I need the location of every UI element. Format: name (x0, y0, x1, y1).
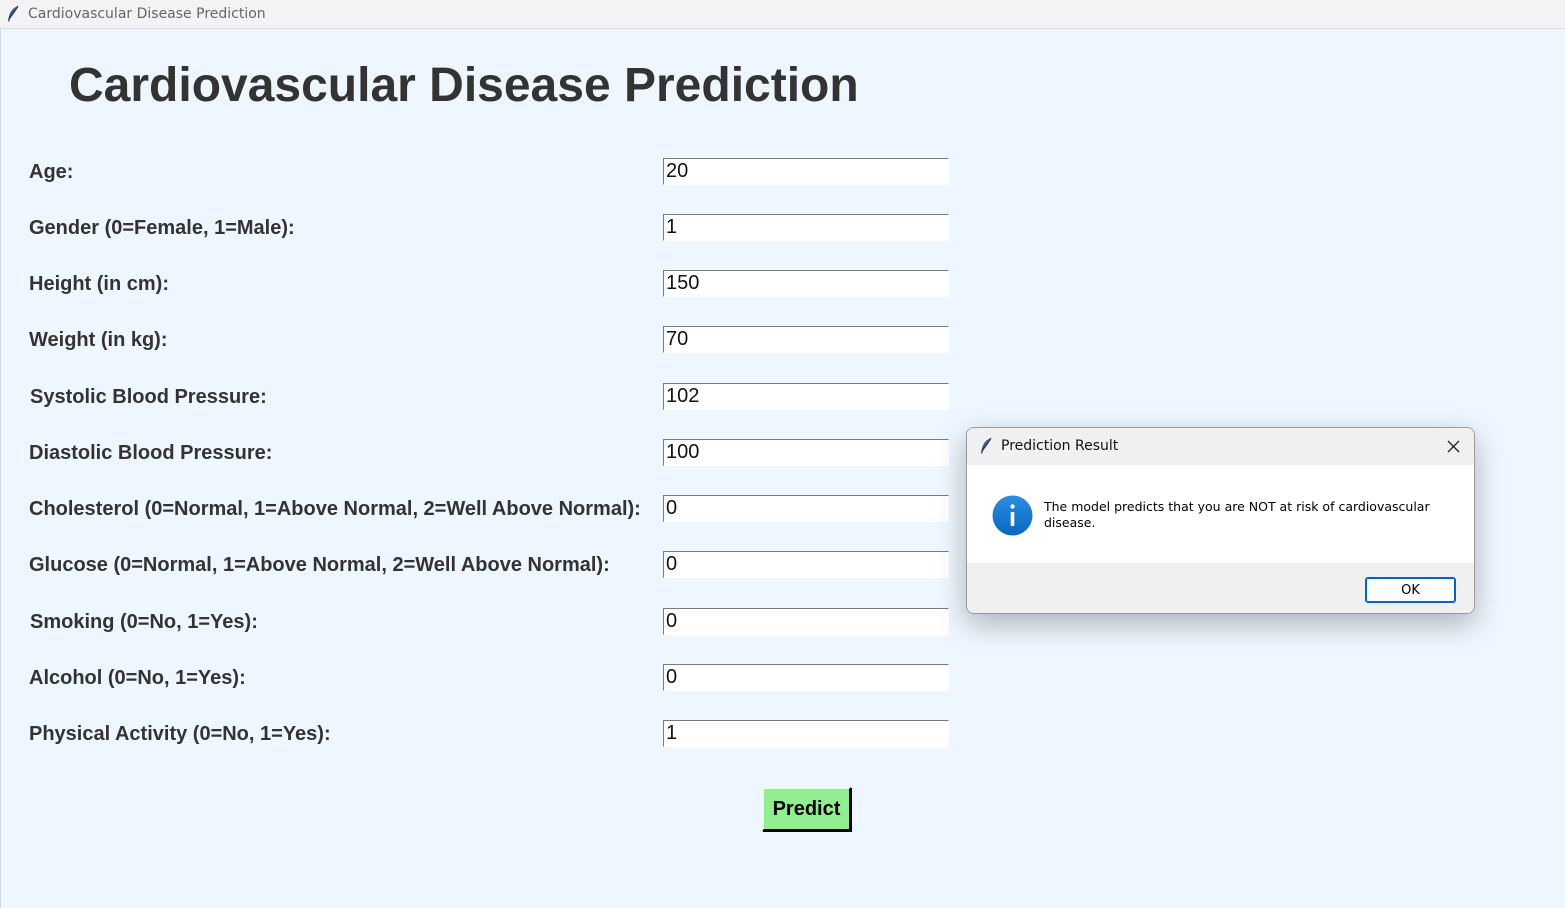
dialog-titlebar[interactable]: Prediction Result (967, 428, 1474, 465)
feather-icon (981, 437, 992, 454)
feather-icon (8, 5, 19, 22)
age-label: Age: (29, 161, 74, 183)
dialog-message: The model predicts that you are NOT at r… (1044, 499, 1430, 530)
physical-activity-input[interactable] (663, 720, 949, 747)
weight-label: Weight (in kg): (29, 329, 168, 351)
cholesterol-label: Cholesterol (0=Normal, 1=Above Normal, 2… (29, 498, 641, 520)
glucose-label: Glucose (0=Normal, 1=Above Normal, 2=Wel… (29, 554, 610, 576)
window-edge (0, 29, 1, 908)
smoking-input[interactable] (663, 608, 949, 635)
alcohol-label: Alcohol (0=No, 1=Yes): (29, 667, 246, 689)
dialog-body: The model predicts that you are NOT at r… (967, 465, 1474, 563)
height-input[interactable] (663, 270, 949, 297)
age-input[interactable] (663, 158, 949, 185)
systolic-bp-input[interactable] (663, 383, 949, 410)
smoking-label: Smoking (0=No, 1=Yes): (30, 611, 258, 633)
dialog-footer: OK (967, 563, 1474, 613)
physical-activity-label: Physical Activity (0=No, 1=Yes): (29, 723, 331, 745)
weight-input[interactable] (663, 326, 949, 353)
window-title: Cardiovascular Disease Prediction (28, 6, 266, 22)
dialog-title: Prediction Result (1001, 438, 1119, 454)
diastolic-bp-label: Diastolic Blood Pressure: (29, 442, 273, 464)
prediction-result-dialog: Prediction Result The model predicts tha… (966, 427, 1475, 614)
ok-button[interactable]: OK (1365, 577, 1456, 603)
systolic-bp-label: Systolic Blood Pressure: (30, 386, 267, 408)
height-label: Height (in cm): (29, 273, 169, 295)
diastolic-bp-input[interactable] (663, 439, 949, 466)
page-title: Cardiovascular Disease Prediction (69, 59, 859, 112)
cholesterol-input[interactable] (663, 495, 949, 522)
alcohol-input[interactable] (663, 664, 949, 691)
glucose-input[interactable] (663, 551, 949, 578)
close-icon (1447, 440, 1460, 453)
predict-button[interactable]: Predict (762, 787, 851, 831)
close-button[interactable] (1434, 428, 1474, 465)
gender-input[interactable] (663, 214, 949, 241)
gender-label: Gender (0=Female, 1=Male): (29, 217, 295, 239)
window-titlebar: Cardiovascular Disease Prediction (0, 0, 1565, 29)
info-icon (992, 495, 1033, 536)
